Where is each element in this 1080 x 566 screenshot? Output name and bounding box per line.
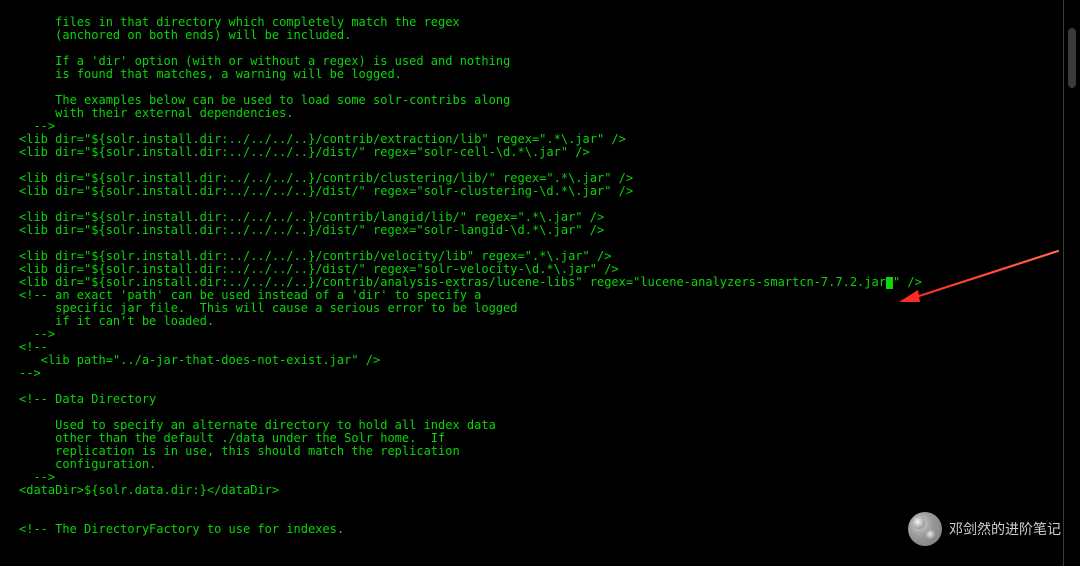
line: <lib dir="${solr.install.dir:../../../..…	[19, 223, 604, 237]
line: replication is in use, this should match…	[19, 444, 460, 458]
line: <lib path="../a-jar-that-does-not-exist.…	[19, 353, 380, 367]
line: (anchored on both ends) will be included…	[19, 28, 351, 42]
line: specific jar file. This will cause a ser…	[19, 301, 518, 315]
line: <lib dir="${solr.install.dir:../../../..…	[19, 184, 633, 198]
line: <lib dir="${solr.install.dir:../../../..…	[19, 171, 633, 185]
line: If a 'dir' option (with or without a reg…	[19, 54, 510, 68]
line: <lib dir="${solr.install.dir:../../../..…	[19, 262, 619, 276]
line: with their external dependencies.	[19, 106, 294, 120]
line: <!--	[19, 340, 48, 354]
line: files in that directory which completely…	[19, 15, 460, 29]
line: <!-- The DirectoryFactory to use for ind…	[19, 522, 344, 536]
scrollbar-thumb[interactable]	[1068, 28, 1076, 88]
watermark: 邓剑然的进阶笔记	[908, 512, 1061, 546]
line: -->	[19, 119, 55, 133]
line: <!-- Data Directory	[19, 392, 156, 406]
line: <lib dir="${solr.install.dir:../../../..…	[19, 210, 604, 224]
line: <lib dir="${solr.install.dir:../../../..…	[19, 249, 611, 263]
highlighted-line: <lib dir="${solr.install.dir:../../../..…	[19, 275, 922, 289]
line: -->	[19, 470, 55, 484]
watermark-text: 邓剑然的进阶笔记	[949, 519, 1061, 539]
line: <lib dir="${solr.install.dir:../../../..…	[19, 132, 626, 146]
line: The examples below can be used to load s…	[19, 93, 510, 107]
line: <dataDir>${solr.data.dir:}</dataDir>	[19, 483, 279, 497]
line: configuration.	[19, 457, 156, 471]
wechat-icon	[908, 512, 942, 546]
line: other than the default ./data under the …	[19, 431, 445, 445]
line: -->	[19, 366, 41, 380]
line: is found that matches, a warning will be…	[19, 67, 402, 81]
line: <lib dir="${solr.install.dir:../../../..…	[19, 145, 590, 159]
cursor-icon	[886, 277, 893, 289]
terminal-output: files in that directory which completely…	[0, 0, 1064, 566]
line: Used to specify an alternate directory t…	[19, 418, 496, 432]
line: if it can't be loaded.	[19, 314, 214, 328]
line: -->	[19, 327, 55, 341]
line: <!-- an exact 'path' can be used instead…	[19, 288, 481, 302]
